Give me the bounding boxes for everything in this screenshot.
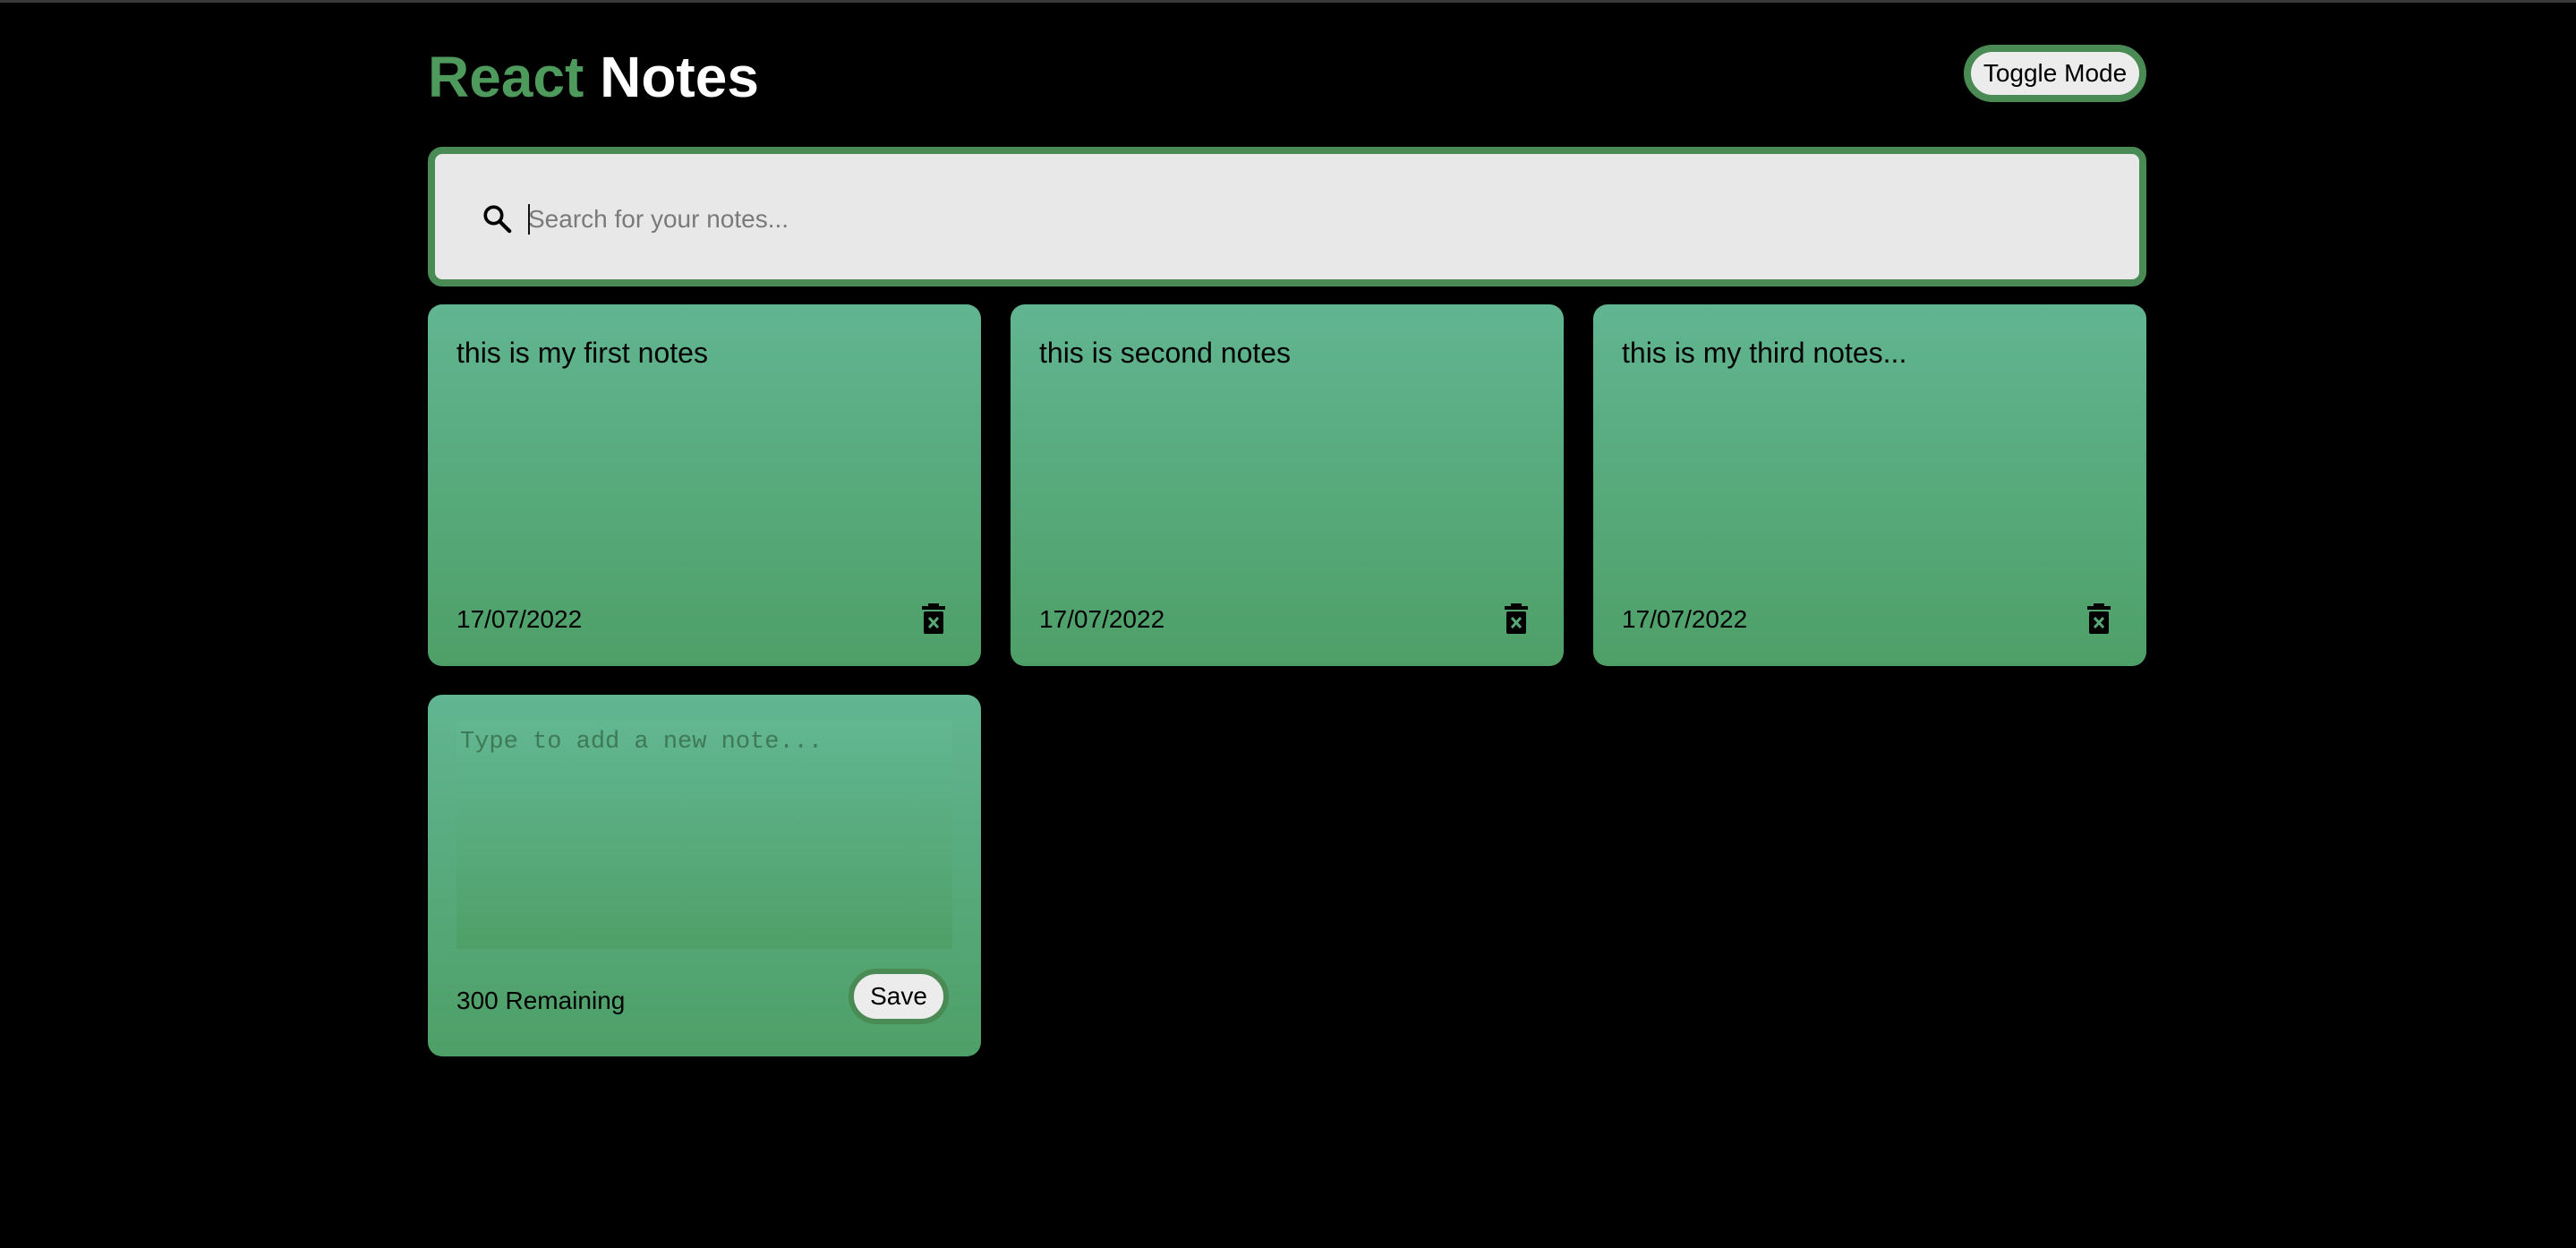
note-text: this is second notes [1039,337,1292,369]
save-button[interactable]: Save [849,969,949,1024]
search-icon [483,205,512,234]
search-input[interactable] [526,190,2105,249]
header: React Notes Toggle Mode [428,41,2146,113]
new-note-textarea[interactable] [456,720,952,949]
app-title-accent: React [428,45,584,109]
trash-icon[interactable] [922,603,945,634]
app-title: React Notes [428,41,759,113]
note-text: this is my first notes [456,337,708,369]
text-cursor [528,204,530,235]
note-date: 17/07/2022 [1622,605,1748,633]
app-title-main: Notes [600,45,759,109]
notes-app: React Notes Toggle Mode this is my first… [428,0,2146,1248]
note-date: 17/07/2022 [456,605,583,633]
new-note-card: 300 Remaining Save [428,695,981,1056]
note-card: this is my third notes... 17/07/2022 [1593,304,2146,666]
toggle-mode-button[interactable]: Toggle Mode [1964,45,2146,102]
trash-icon[interactable] [1505,603,1528,634]
note-card: this is my first notes 17/07/2022 [428,304,981,666]
note-date: 17/07/2022 [1039,605,1165,633]
search-bar [428,147,2146,286]
note-card: this is second notes 17/07/2022 [1011,304,1564,666]
characters-remaining: 300 Remaining [456,987,626,1014]
note-text: this is my third notes... [1622,337,1907,369]
trash-icon[interactable] [2087,603,2111,634]
